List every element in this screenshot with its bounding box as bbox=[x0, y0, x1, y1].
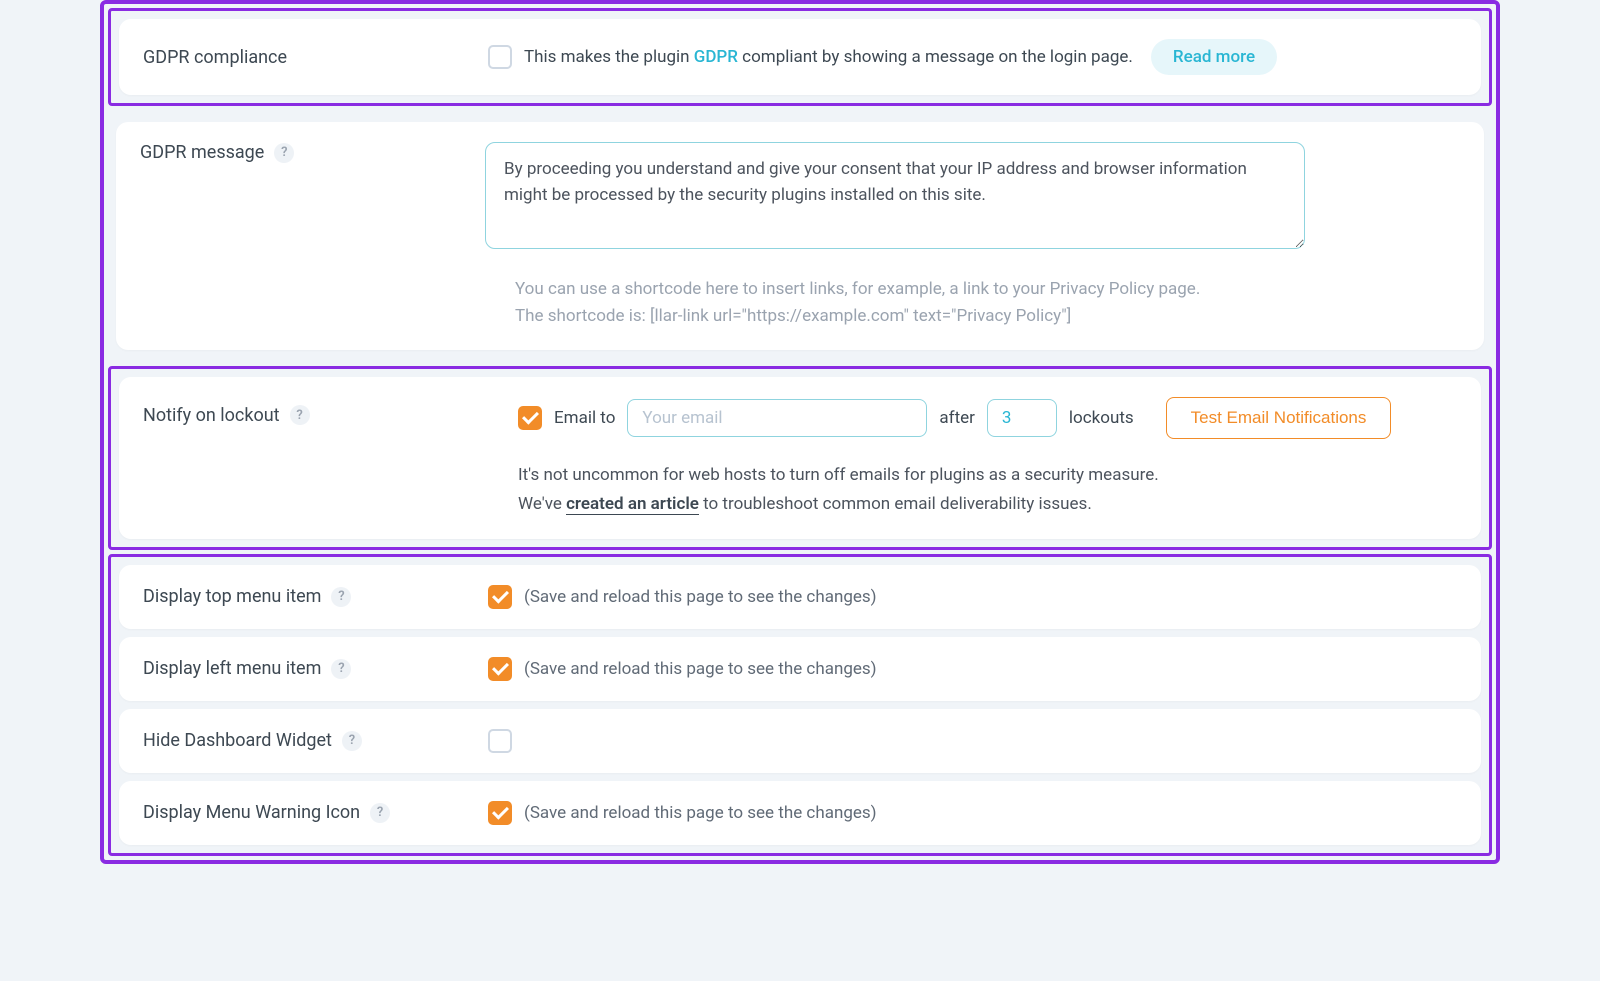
row-gdpr-compliance: GDPR compliance This makes the plugin GD… bbox=[119, 19, 1481, 95]
row-display-left-menu: Display left menu item ? (Save and reloa… bbox=[119, 637, 1481, 701]
reload-note: (Save and reload this page to see the ch… bbox=[524, 803, 877, 823]
hide-dashboard-widget-label: Hide Dashboard Widget bbox=[143, 730, 332, 751]
help-icon[interactable]: ? bbox=[331, 587, 351, 607]
test-email-button[interactable]: Test Email Notifications bbox=[1166, 397, 1392, 439]
row-hide-dashboard-widget: Hide Dashboard Widget ? bbox=[119, 709, 1481, 773]
hint-line: The shortcode is: [llar-link url="https:… bbox=[515, 303, 1460, 330]
text: We've bbox=[518, 494, 566, 514]
gdpr-message-label: GDPR message bbox=[140, 142, 264, 163]
text: to troubleshoot common email deliverabil… bbox=[699, 494, 1092, 514]
after-label: after bbox=[939, 408, 975, 428]
reload-note: (Save and reload this page to see the ch… bbox=[524, 587, 877, 607]
help-icon[interactable]: ? bbox=[370, 803, 390, 823]
text: This makes the plugin bbox=[524, 47, 694, 67]
hide-dashboard-widget-checkbox[interactable] bbox=[488, 729, 512, 753]
hint-line: You can use a shortcode here to insert l… bbox=[515, 276, 1460, 303]
row-display-top-menu: Display top menu item ? (Save and reload… bbox=[119, 565, 1481, 629]
text: compliant by showing a message on the lo… bbox=[738, 47, 1133, 67]
row-gdpr-message: GDPR message ? You can use a shortcode h… bbox=[116, 122, 1484, 350]
notify-checkbox[interactable] bbox=[518, 406, 542, 430]
notify-description: It's not uncommon for web hosts to turn … bbox=[518, 461, 1457, 519]
display-warning-icon-checkbox[interactable] bbox=[488, 801, 512, 825]
gdpr-message-hint: You can use a shortcode here to insert l… bbox=[515, 276, 1460, 330]
desc-line: It's not uncommon for web hosts to turn … bbox=[518, 461, 1457, 490]
lockouts-count-input[interactable] bbox=[987, 399, 1057, 437]
gdpr-link[interactable]: GDPR bbox=[694, 47, 738, 67]
email-to-label: Email to bbox=[554, 408, 615, 428]
notify-label: Notify on lockout bbox=[143, 405, 280, 426]
gdpr-compliance-label: GDPR compliance bbox=[143, 47, 287, 68]
created-article-link[interactable]: created an article bbox=[566, 494, 699, 515]
gdpr-compliance-checkbox[interactable] bbox=[488, 45, 512, 69]
display-top-menu-label: Display top menu item bbox=[143, 586, 321, 607]
display-warning-icon-label: Display Menu Warning Icon bbox=[143, 802, 360, 823]
reload-note: (Save and reload this page to see the ch… bbox=[524, 659, 877, 679]
display-top-menu-checkbox[interactable] bbox=[488, 585, 512, 609]
help-icon[interactable]: ? bbox=[342, 731, 362, 751]
help-icon[interactable]: ? bbox=[290, 405, 310, 425]
row-notify-lockout: Notify on lockout ? Email to after locko… bbox=[119, 377, 1481, 539]
row-display-warning-icon: Display Menu Warning Icon ? (Save and re… bbox=[119, 781, 1481, 845]
help-icon[interactable]: ? bbox=[331, 659, 351, 679]
display-left-menu-label: Display left menu item bbox=[143, 658, 321, 679]
lockouts-label: lockouts bbox=[1069, 408, 1134, 428]
help-icon[interactable]: ? bbox=[274, 143, 294, 163]
email-input[interactable] bbox=[627, 399, 927, 437]
read-more-button[interactable]: Read more bbox=[1151, 39, 1277, 75]
gdpr-compliance-desc: This makes the plugin GDPR compliant by … bbox=[524, 47, 1133, 67]
gdpr-message-textarea[interactable] bbox=[485, 142, 1305, 249]
display-left-menu-checkbox[interactable] bbox=[488, 657, 512, 681]
